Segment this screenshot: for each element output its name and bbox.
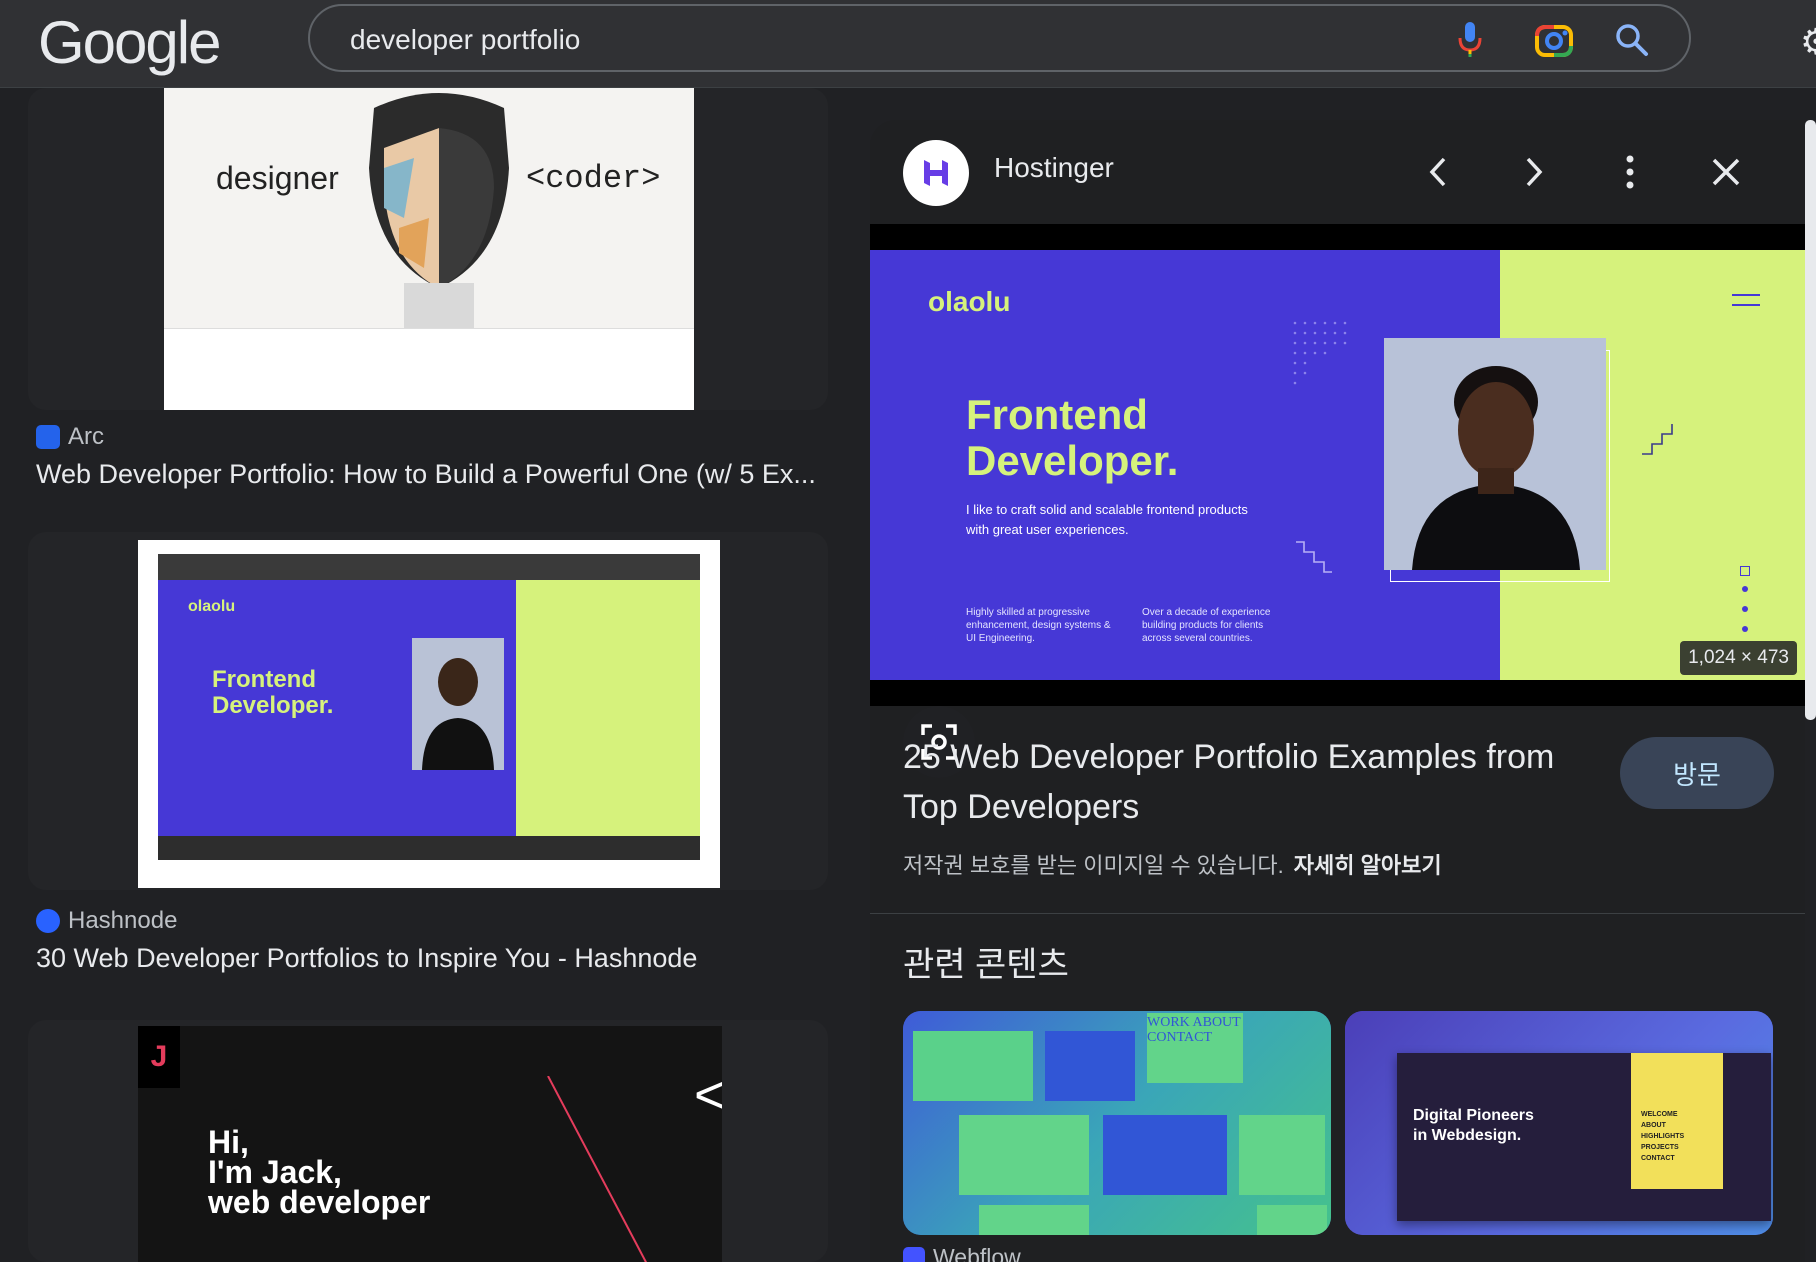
related-content-heading: 관련 콘텐츠 xyxy=(903,946,1069,984)
collage-tile xyxy=(1239,1115,1325,1195)
skills-line-1: Highly skilled at progressive xyxy=(966,607,1090,618)
experience-column: Over a decade of experience building pro… xyxy=(1142,606,1270,645)
preview-blue-area: olaolu Frontend Developer. xyxy=(158,580,516,836)
panel-header: Hostinger xyxy=(870,120,1805,224)
result-title[interactable]: 30 Web Developer Portfolios to Inspire Y… xyxy=(36,943,697,974)
portrait-illustration xyxy=(369,93,509,328)
result-source[interactable]: Hashnode xyxy=(36,907,177,935)
scrollbar[interactable] xyxy=(1805,120,1816,720)
collage-tile xyxy=(979,1205,1089,1235)
search-input[interactable] xyxy=(350,20,1350,60)
portrait-photo xyxy=(412,638,504,770)
hashnode-favicon-icon xyxy=(36,909,60,933)
result-thumbnail-card[interactable]: designer <coder> xyxy=(28,88,828,410)
pager-dot xyxy=(1742,606,1748,612)
result-source[interactable]: Arc xyxy=(36,423,104,451)
collage-nav-text: WORK ABOUT CONTACT xyxy=(1147,1015,1241,1045)
headline-1: Frontend xyxy=(212,666,316,693)
skills-line-3: UI Engineering. xyxy=(966,633,1035,644)
copyright-text: 저작권 보호를 받는 이미지일 수 있습니다. xyxy=(903,853,1284,878)
close-icon[interactable] xyxy=(1698,144,1754,200)
brand-text: olaolu xyxy=(188,598,236,615)
related-image-1[interactable]: WORK ABOUT CONTACT xyxy=(903,1011,1331,1235)
image-dimensions: 1,024 × 473 xyxy=(1680,641,1797,675)
search-box[interactable] xyxy=(308,4,1691,72)
chevron-left-icon: < xyxy=(694,1065,722,1125)
thumb-footer xyxy=(164,328,694,410)
skills-column: Highly skilled at progressive enhancemen… xyxy=(966,606,1111,645)
google-logo[interactable]: Google xyxy=(38,8,221,78)
headline-2: Developer. xyxy=(212,692,334,719)
pager-dot xyxy=(1742,626,1748,632)
mockup-headline-2: in Webdesign. xyxy=(1413,1127,1522,1144)
intro-line-2: with great user experiences. xyxy=(966,522,1129,537)
result-source-name: Arc xyxy=(68,423,104,450)
result-thumbnail-image[interactable]: designer <coder> xyxy=(164,88,694,410)
collage-tile xyxy=(1257,1205,1327,1235)
result-thumbnail-image[interactable]: olaolu Frontend Developer. xyxy=(138,540,720,888)
pager-square xyxy=(1740,566,1750,576)
thumb-coder-text: <coder> xyxy=(526,160,661,197)
related-image-2[interactable]: Digital Pioneers in Webdesign. WELCOME A… xyxy=(1345,1011,1773,1235)
collage-tile xyxy=(1045,1031,1135,1101)
dot-grid-decoration xyxy=(1293,321,1347,385)
experience-line-3: across several countries. xyxy=(1142,633,1253,644)
image-title[interactable]: 25 Web Developer Portfolio Examples from… xyxy=(903,732,1603,832)
mockup-screen: Digital Pioneers in Webdesign. WELCOME A… xyxy=(1397,1053,1771,1221)
jack-badge: J xyxy=(138,1026,180,1088)
menu-line-1 xyxy=(1732,294,1760,296)
settings-icon-edge[interactable]: ⚙ xyxy=(1800,22,1816,62)
portrait-photo xyxy=(1384,338,1606,570)
headline-2: Developer. xyxy=(966,437,1179,484)
pager-dot xyxy=(1742,586,1748,592)
collage-tile xyxy=(1103,1115,1227,1195)
result-thumbnail-card[interactable]: J Hi, I'm Jack, web developer < xyxy=(28,1020,828,1262)
preview-image-frame[interactable]: olaolu Frontend Developer. I like to cra… xyxy=(870,224,1805,778)
decorative-line xyxy=(547,1076,648,1262)
google-lens-icon[interactable] xyxy=(1532,18,1576,62)
more-options-icon[interactable] xyxy=(1602,144,1658,200)
thumb-designer-text: designer xyxy=(216,160,339,196)
skills-line-2: enhancement, design systems & xyxy=(966,620,1111,631)
next-image-icon[interactable] xyxy=(1506,144,1562,200)
top-header: Google ⚙ xyxy=(0,0,1816,88)
result-source-name: Hashnode xyxy=(68,907,178,934)
menu-line-2 xyxy=(1732,304,1760,306)
mockup-headline-1: Digital Pioneers xyxy=(1413,1107,1534,1124)
hero-line-3: web developer xyxy=(208,1184,431,1220)
related-source-name: Webflow xyxy=(933,1244,1021,1262)
experience-line-2: building products for clients xyxy=(1142,620,1264,631)
microphone-icon[interactable] xyxy=(1448,18,1492,62)
visit-button[interactable]: 방문 xyxy=(1620,737,1774,809)
previous-image-icon[interactable] xyxy=(1410,144,1466,200)
browser-window: olaolu Frontend Developer. xyxy=(158,554,700,860)
webflow-favicon-icon xyxy=(903,1246,925,1262)
learn-more-link[interactable]: 자세히 알아보기 xyxy=(1294,853,1442,878)
experience-line-1: Over a decade of experience xyxy=(1142,607,1271,618)
result-thumbnail-image[interactable]: J Hi, I'm Jack, web developer < xyxy=(138,1026,722,1262)
mockup-yellow-block: WELCOME ABOUT HIGHLIGHTS PROJECTS CONTAC… xyxy=(1631,1053,1723,1189)
preview-image[interactable]: olaolu Frontend Developer. I like to cra… xyxy=(870,250,1805,680)
lime-stairs-decoration xyxy=(1642,424,1673,455)
preview-lime-area xyxy=(516,580,700,836)
image-preview-panel: Hostinger olaolu Frontend Developer. I l… xyxy=(870,120,1805,1262)
divider xyxy=(870,913,1805,914)
result-thumbnail-card[interactable]: olaolu Frontend Developer. xyxy=(28,532,828,890)
related-source[interactable]: Webflow xyxy=(903,1244,1021,1262)
headline-1: Frontend xyxy=(966,391,1148,438)
hostinger-logo-icon[interactable] xyxy=(903,140,969,206)
search-icon[interactable] xyxy=(1610,18,1654,62)
collage-tile xyxy=(959,1115,1089,1195)
stairs-decoration xyxy=(1296,541,1332,573)
source-name[interactable]: Hostinger xyxy=(994,152,1114,184)
browser-toolbar xyxy=(158,554,700,580)
arc-favicon-icon xyxy=(36,425,60,449)
brand-text: olaolu xyxy=(928,286,1011,317)
copyright-notice: 저작권 보호를 받는 이미지일 수 있습니다. 자세히 알아보기 xyxy=(903,848,1442,880)
intro-line-1: I like to craft solid and scalable front… xyxy=(966,502,1248,517)
result-title[interactable]: Web Developer Portfolio: How to Build a … xyxy=(36,459,816,490)
mockup-menu-text: WELCOME ABOUT HIGHLIGHTS PROJECTS CONTAC… xyxy=(1641,1111,1685,1162)
collage-tile xyxy=(913,1031,1033,1101)
